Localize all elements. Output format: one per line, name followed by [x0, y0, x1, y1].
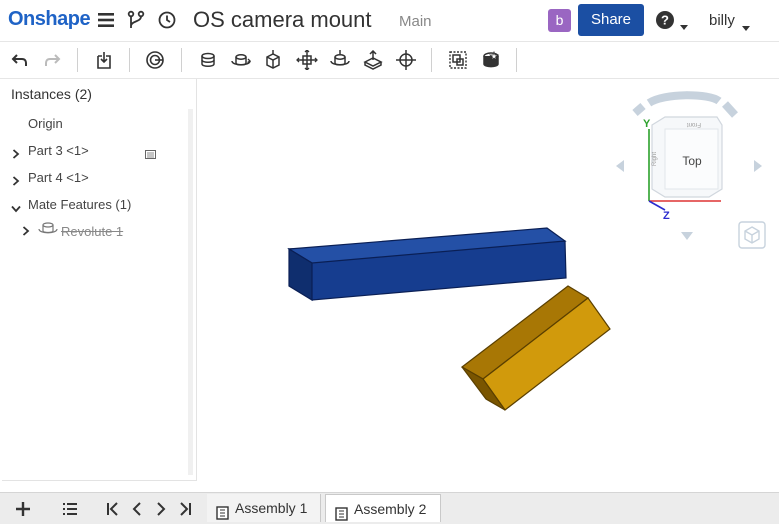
collaborator-avatar[interactable]: b [548, 9, 571, 32]
z-axis-label: Z [663, 210, 670, 222]
view-options-cube-icon[interactable] [738, 221, 766, 254]
view-cube-right-label: Right [652, 152, 658, 166]
tree-item-revolute[interactable]: Revolute 1 [61, 224, 123, 239]
tree-item-origin[interactable]: Origin [28, 116, 63, 131]
replicate-icon[interactable] [481, 50, 501, 70]
tree-item-label: Part 4 <1> [28, 170, 89, 185]
previous-tab-icon[interactable] [131, 501, 143, 522]
toolbar-separator [129, 48, 130, 72]
rotate-down-arrow-icon [681, 232, 693, 240]
instances-panel: Instances (2) Origin Part 3 <1> Part 4 <… [2, 79, 197, 481]
panel-scrollbar[interactable] [188, 109, 193, 475]
user-menu[interactable]: billy [709, 12, 735, 29]
help-dropdown-icon[interactable] [680, 17, 688, 35]
chevron-right-icon[interactable] [12, 173, 20, 191]
top-bar: Onshape OS camera mount Main b Share ? b… [0, 0, 779, 42]
assembly-tab-icon [335, 502, 349, 530]
first-tab-icon[interactable] [106, 501, 120, 522]
slider-mate-icon[interactable] [262, 50, 282, 70]
revolute-mate-icon[interactable] [230, 50, 252, 70]
revolute-mate-icon [38, 220, 58, 241]
assembly-toolbar [0, 42, 779, 79]
group-icon[interactable] [448, 50, 468, 70]
document-title[interactable]: OS camera mount [193, 7, 372, 33]
versions-branch-icon[interactable] [127, 10, 145, 35]
tree-item-part4[interactable]: Part 4 <1> [28, 170, 89, 185]
toolbar-separator [77, 48, 78, 72]
tree-item-mate-features[interactable]: Mate Features (1) [28, 197, 131, 212]
y-axis-label: Y [643, 118, 651, 130]
part-studio-icon[interactable] [145, 146, 156, 164]
cylindrical-mate-icon[interactable] [329, 50, 350, 70]
tree-item-label: Origin [28, 116, 63, 131]
part-3-body[interactable] [287, 227, 567, 302]
undo-icon[interactable] [10, 50, 30, 70]
tab-bar: Assembly 1 Assembly 2 [0, 492, 779, 524]
instances-title: Instances (2) [11, 86, 92, 102]
last-tab-icon[interactable] [178, 501, 192, 522]
view-cube-top-label: Top [682, 154, 702, 168]
share-button[interactable]: Share [578, 4, 644, 36]
insert-icon[interactable] [94, 50, 114, 70]
tab-assembly-2[interactable]: Assembly 2 [325, 494, 441, 522]
next-tab-icon[interactable] [155, 501, 167, 522]
view-cube-front-label: Front [687, 121, 701, 127]
tree-item-label: Mate Features (1) [28, 197, 132, 212]
pin-slot-mate-icon[interactable] [362, 50, 383, 70]
tab-list-icon[interactable] [62, 501, 78, 522]
chevron-down-icon[interactable] [11, 200, 21, 218]
planar-mate-icon[interactable] [296, 50, 318, 70]
toolbar-separator [516, 48, 517, 72]
graphics-area[interactable]: Top Front Right Y Z [198, 79, 779, 492]
tab-label: Assembly 2 [354, 501, 427, 517]
fastened-mate-icon[interactable] [198, 50, 218, 70]
mate-connector-icon[interactable] [145, 50, 165, 70]
svg-text:?: ? [661, 13, 669, 28]
help-icon[interactable]: ? [655, 10, 675, 35]
rotate-right-arrow-icon [754, 160, 762, 172]
z-axis-line [648, 200, 666, 211]
onshape-logo[interactable]: Onshape [8, 8, 91, 31]
rotate-left-arrow-icon [616, 160, 624, 172]
tree-item-part3[interactable]: Part 3 <1> [28, 143, 89, 158]
tree-item-label: Part 3 <1> [28, 143, 89, 158]
add-tab-icon[interactable] [15, 501, 31, 522]
ball-mate-icon[interactable] [395, 50, 416, 70]
chevron-right-icon[interactable] [22, 223, 30, 241]
chevron-right-icon[interactable] [12, 146, 20, 164]
workspace-name[interactable]: Main [399, 13, 432, 30]
menu-icon[interactable] [97, 11, 115, 34]
toolbar-separator [181, 48, 182, 72]
history-clock-icon[interactable] [157, 10, 177, 35]
tab-label: Assembly 1 [235, 500, 308, 516]
redo-icon[interactable] [42, 50, 62, 70]
user-dropdown-icon[interactable] [742, 18, 750, 36]
tree-item-label: Revolute 1 [61, 224, 124, 239]
part-4-body[interactable] [460, 285, 611, 411]
toolbar-separator [431, 48, 432, 72]
assembly-tab-icon [216, 501, 230, 529]
tab-assembly-1[interactable]: Assembly 1 [207, 494, 321, 522]
